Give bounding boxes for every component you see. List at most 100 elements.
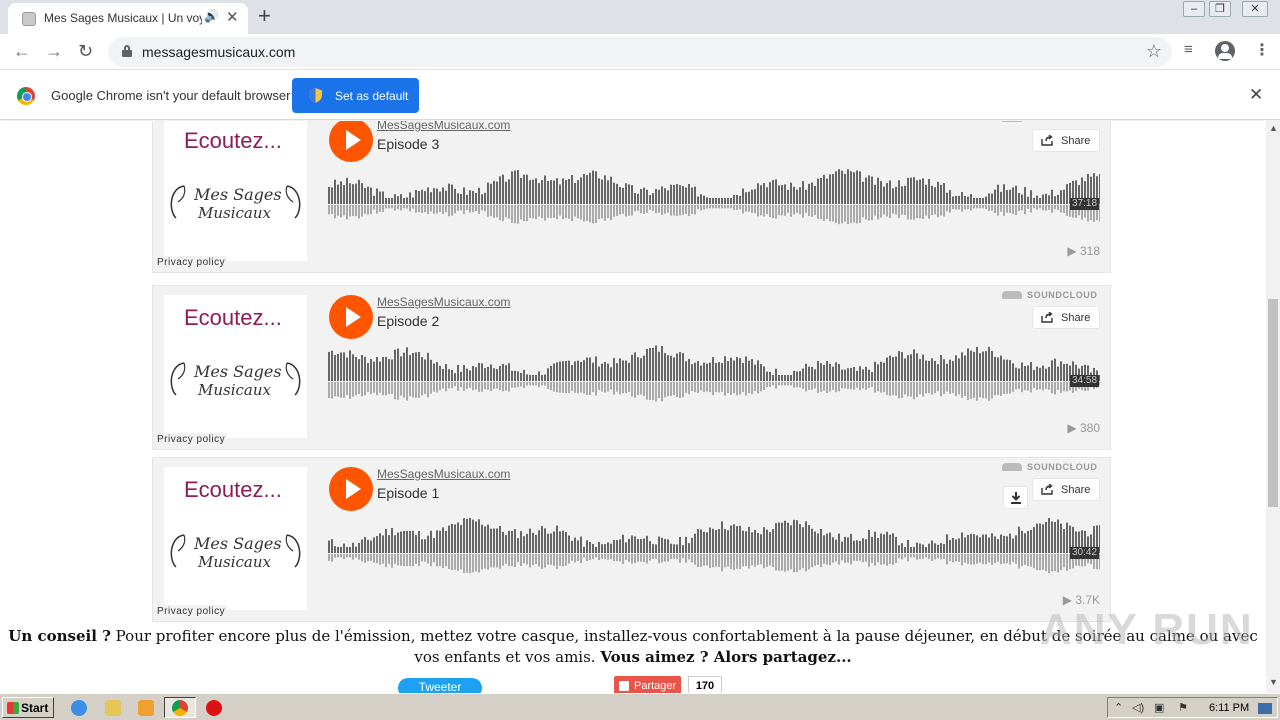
explorer-folder-icon[interactable] bbox=[105, 700, 121, 716]
soundcloud-logo[interactable]: SOUNDCLOUD bbox=[1002, 121, 1098, 123]
maximize-button[interactable]: ❐ bbox=[1209, 1, 1231, 17]
waveform-bar bbox=[904, 185, 906, 204]
waveform-bar bbox=[595, 356, 597, 381]
waveform-bar bbox=[634, 352, 636, 381]
waveform-bar bbox=[970, 350, 972, 381]
share-button[interactable]: Share bbox=[1032, 129, 1100, 152]
profile-avatar-icon[interactable] bbox=[1215, 41, 1235, 61]
ie-icon[interactable] bbox=[71, 700, 87, 716]
play-button[interactable] bbox=[329, 467, 373, 511]
privacy-policy-link[interactable]: Privacy policy bbox=[155, 605, 228, 618]
back-icon[interactable]: ← bbox=[13, 41, 31, 62]
waveform-bar bbox=[721, 363, 723, 381]
show-desktop-icon[interactable] bbox=[1258, 703, 1272, 714]
waveform-reflection-bar bbox=[799, 382, 801, 388]
waveform[interactable] bbox=[328, 167, 1100, 225]
tab-close-icon[interactable]: ✕ bbox=[226, 8, 239, 26]
scroll-thumb[interactable] bbox=[1268, 299, 1278, 507]
waveform-reflection-bar bbox=[724, 205, 726, 209]
waveform[interactable] bbox=[328, 516, 1100, 574]
track-title[interactable]: Episode 2 bbox=[377, 313, 439, 329]
track-title[interactable]: Episode 1 bbox=[377, 485, 439, 501]
stop-icon[interactable] bbox=[206, 700, 222, 716]
waveform-reflection-bar bbox=[652, 382, 654, 401]
window-close-button[interactable]: ✕ bbox=[1242, 1, 1268, 17]
share-button[interactable]: Partager bbox=[614, 676, 681, 693]
waveform-bar bbox=[430, 359, 432, 381]
scroll-up-arrow-icon[interactable]: ▲ bbox=[1269, 123, 1278, 133]
reload-icon[interactable]: ↻ bbox=[78, 41, 93, 62]
episode-artwork[interactable]: Ecoutez... Mes Sages Musicaux bbox=[164, 467, 307, 610]
waveform-bar bbox=[859, 171, 861, 204]
url-text[interactable]: messagesmusicaux.com bbox=[142, 44, 295, 60]
waveform-bar bbox=[925, 547, 927, 553]
waveform-reflection-bar bbox=[1036, 382, 1038, 390]
waveform-bar bbox=[1060, 190, 1062, 204]
lock-icon[interactable] bbox=[122, 45, 132, 57]
waveform-reflection-bar bbox=[739, 554, 741, 569]
waveform-bar bbox=[457, 522, 459, 553]
waveform-bar bbox=[760, 185, 762, 204]
share-button[interactable]: Share bbox=[1032, 306, 1100, 329]
waveform-bar bbox=[766, 371, 768, 381]
set-as-default-button[interactable]: Set as default bbox=[292, 78, 419, 113]
uploader-link[interactable]: MesSagesMusicaux.com bbox=[377, 467, 510, 481]
episode-artwork[interactable]: Ecoutez... Mes Sages Musicaux bbox=[164, 121, 307, 261]
tab-audio-icon[interactable]: 🔊 bbox=[204, 9, 219, 23]
bookmark-star-icon[interactable]: ☆ bbox=[1146, 41, 1162, 62]
waveform-reflection-bar bbox=[943, 205, 945, 217]
waveform-reflection-bar bbox=[418, 382, 420, 398]
waveform-bar bbox=[538, 530, 540, 553]
flag-icon[interactable]: ⚑ bbox=[1178, 701, 1188, 714]
waveform-bar bbox=[679, 536, 681, 553]
tweet-button[interactable]: Tweeter bbox=[398, 678, 482, 693]
waveform-reflection-bar bbox=[1000, 382, 1002, 396]
new-tab-button[interactable]: + bbox=[258, 3, 271, 29]
network-icon[interactable]: ▣ bbox=[1154, 701, 1164, 714]
waveform-reflection-bar bbox=[946, 205, 948, 212]
waveform[interactable] bbox=[328, 344, 1100, 402]
media-player-icon[interactable] bbox=[138, 700, 154, 716]
waveform-bar bbox=[877, 364, 879, 381]
waveform-bar bbox=[1045, 521, 1047, 553]
play-button[interactable] bbox=[329, 121, 373, 162]
episode-artwork[interactable]: Ecoutez... Mes Sages Musicaux bbox=[164, 295, 307, 438]
play-button[interactable] bbox=[329, 295, 373, 339]
privacy-policy-link[interactable]: Privacy policy bbox=[155, 433, 228, 446]
start-button[interactable]: Start bbox=[2, 697, 54, 718]
waveform-bar bbox=[850, 367, 852, 381]
soundcloud-logo[interactable]: SOUNDCLOUD bbox=[1002, 290, 1098, 300]
media-controls-icon[interactable]: ≡ bbox=[1184, 41, 1193, 58]
waveform-reflection-bar bbox=[511, 554, 513, 567]
page-scrollbar[interactable]: ▲ ▼ bbox=[1266, 121, 1280, 693]
taskbar-chrome-button[interactable] bbox=[164, 697, 196, 718]
waveform-bar bbox=[472, 366, 474, 381]
minimize-button[interactable]: – bbox=[1183, 1, 1205, 17]
waveform-bar bbox=[820, 177, 822, 204]
uploader-link[interactable]: MesSagesMusicaux.com bbox=[377, 121, 510, 132]
waveform-bar bbox=[643, 355, 645, 381]
waveform-bar bbox=[538, 371, 540, 381]
browser-tab[interactable]: Mes Sages Musicaux | Un voyage 🔊 ✕ bbox=[8, 3, 248, 34]
waveform-bar bbox=[949, 359, 951, 381]
browser-menu-icon[interactable]: ⋮ bbox=[1254, 40, 1270, 60]
tray-expand-icon[interactable]: ⌃ bbox=[1114, 701, 1123, 714]
waveform-bar bbox=[862, 369, 864, 381]
track-title[interactable]: Episode 3 bbox=[377, 136, 439, 152]
waveform-reflection-bar bbox=[370, 554, 372, 561]
waveform-bar bbox=[556, 525, 558, 553]
infobar-close-icon[interactable]: ✕ bbox=[1249, 85, 1263, 105]
soundcloud-logo[interactable]: SOUNDCLOUD bbox=[1002, 462, 1098, 472]
waveform-bar bbox=[439, 530, 441, 553]
waveform-reflection-bar bbox=[448, 205, 450, 217]
share-button[interactable]: Share bbox=[1032, 478, 1100, 501]
address-bar[interactable]: messagesmusicaux.com ☆ bbox=[108, 37, 1172, 67]
privacy-policy-link[interactable]: Privacy policy bbox=[155, 256, 228, 269]
waveform-reflection-bar bbox=[409, 205, 411, 212]
download-button[interactable] bbox=[1003, 486, 1028, 509]
volume-icon[interactable]: ◁) bbox=[1132, 701, 1144, 714]
forward-icon[interactable]: → bbox=[45, 41, 63, 62]
waveform-reflection-bar bbox=[760, 382, 762, 392]
scroll-down-arrow-icon[interactable]: ▼ bbox=[1269, 677, 1278, 687]
uploader-link[interactable]: MesSagesMusicaux.com bbox=[377, 295, 510, 309]
